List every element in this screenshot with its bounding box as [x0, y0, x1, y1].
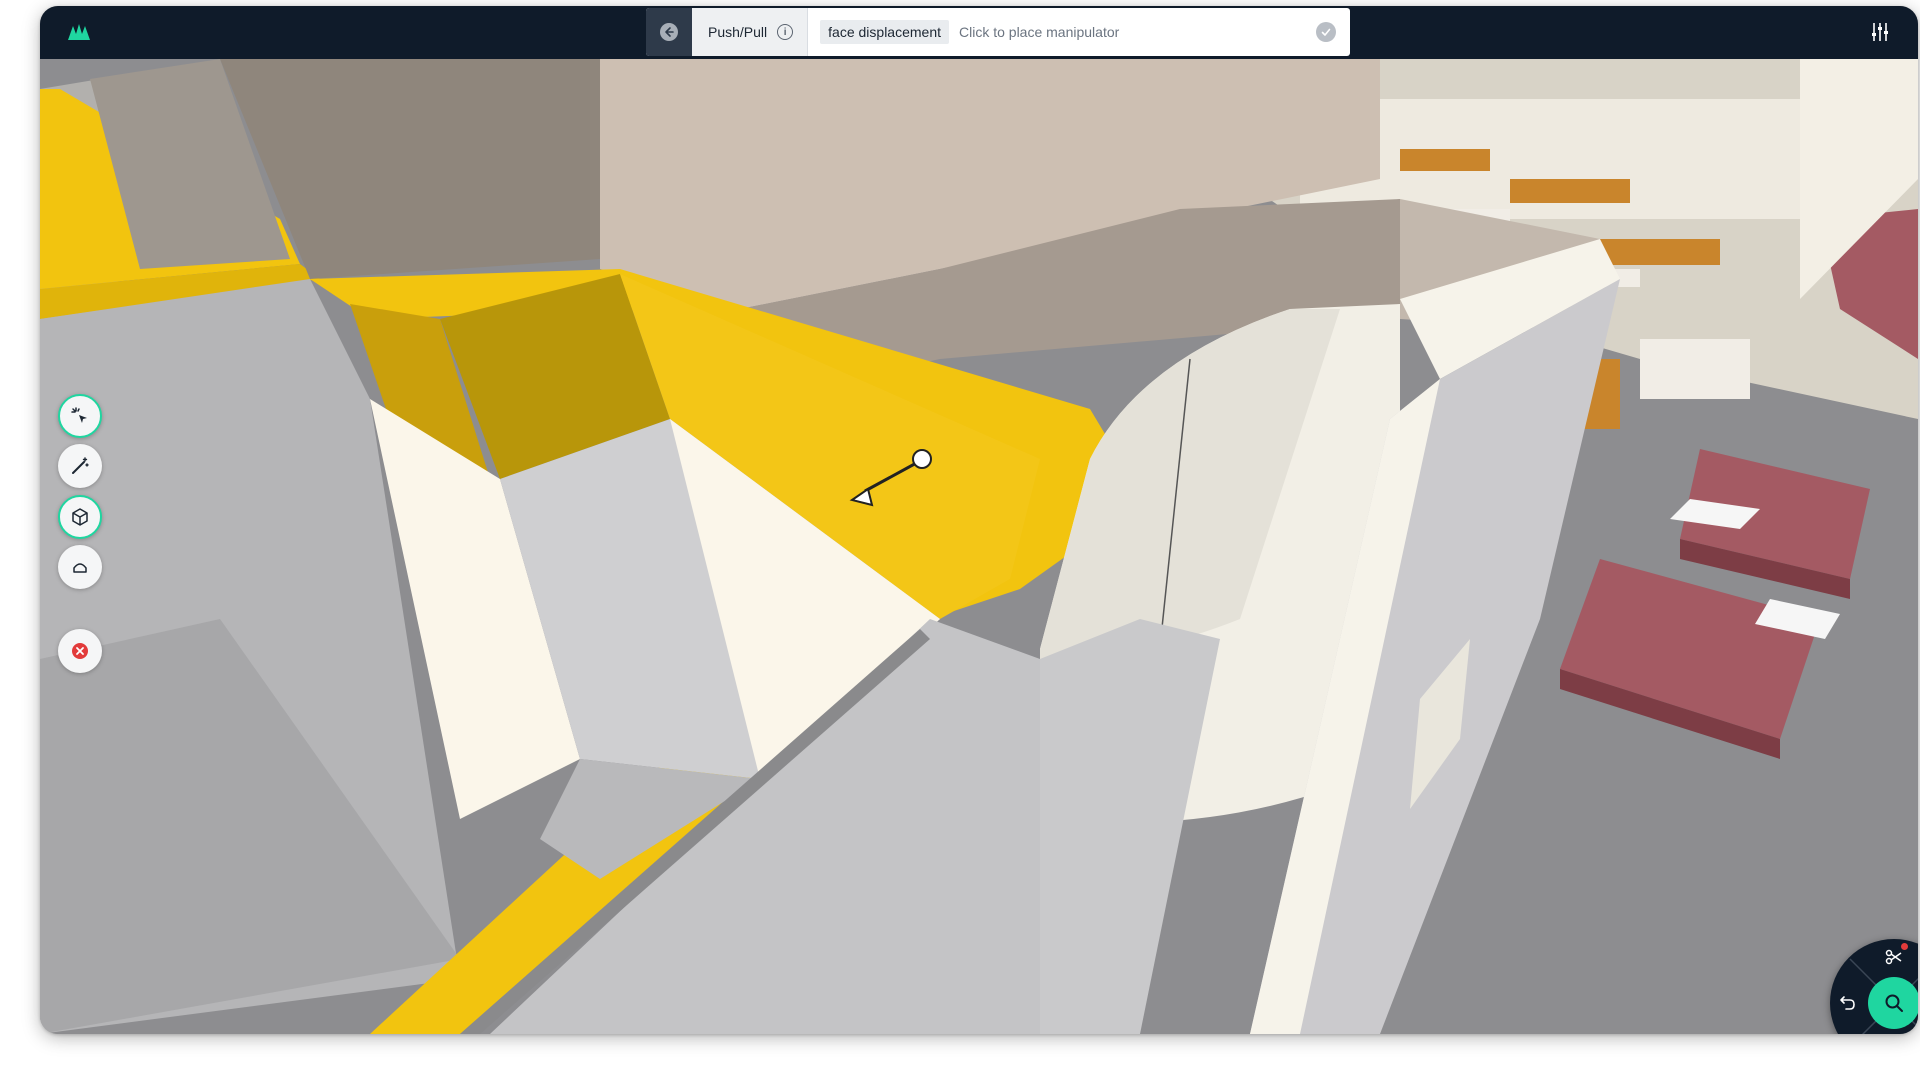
3d-viewport[interactable]	[40, 59, 1918, 1034]
notification-dot	[1901, 943, 1908, 950]
magic-wand-tool-button[interactable]	[58, 444, 102, 488]
cancel-tool-button[interactable]	[58, 629, 102, 673]
cursor-sparkle-icon	[71, 407, 87, 423]
navigation-wheel	[1830, 939, 1918, 1034]
push-pull-tool-button[interactable]	[58, 495, 102, 539]
active-tool-label: Push/Pull	[708, 24, 768, 40]
settings-button[interactable]	[1868, 20, 1892, 44]
undo-button[interactable]	[1834, 989, 1862, 1017]
back-button[interactable]	[646, 8, 692, 56]
magic-wand-icon	[72, 457, 89, 474]
app-logo-icon	[68, 24, 90, 40]
command-bar: Push/Pull i face displacement Click to p…	[646, 8, 1350, 56]
confirm-button[interactable]	[1316, 22, 1336, 42]
app-logo[interactable]	[66, 20, 92, 44]
close-icon	[72, 643, 88, 659]
model-scene[interactable]	[40, 59, 1918, 1034]
instruction-hint: Click to place manipulator	[959, 24, 1120, 40]
scissors-icon	[1885, 949, 1902, 965]
info-icon[interactable]: i	[777, 24, 794, 40]
search-icon	[1885, 994, 1903, 1012]
section-cut-button[interactable]	[1880, 943, 1908, 971]
check-icon	[1321, 28, 1331, 36]
select-tool-button[interactable]	[58, 394, 102, 438]
sliders-icon	[1872, 23, 1888, 41]
mode-chip[interactable]: face displacement	[820, 20, 949, 44]
top-bar: Push/Pull i face displacement Click to p…	[40, 6, 1918, 59]
cube-icon	[72, 508, 88, 526]
eraser-tool-button[interactable]	[58, 545, 102, 589]
app-window: Push/Pull i face displacement Click to p…	[40, 6, 1918, 1034]
arrow-left-icon	[665, 27, 674, 37]
eraser-icon	[73, 563, 87, 573]
zoom-search-button[interactable]	[1868, 977, 1918, 1029]
undo-icon	[1840, 996, 1855, 1010]
active-tool-segment[interactable]: Push/Pull i	[692, 8, 809, 56]
